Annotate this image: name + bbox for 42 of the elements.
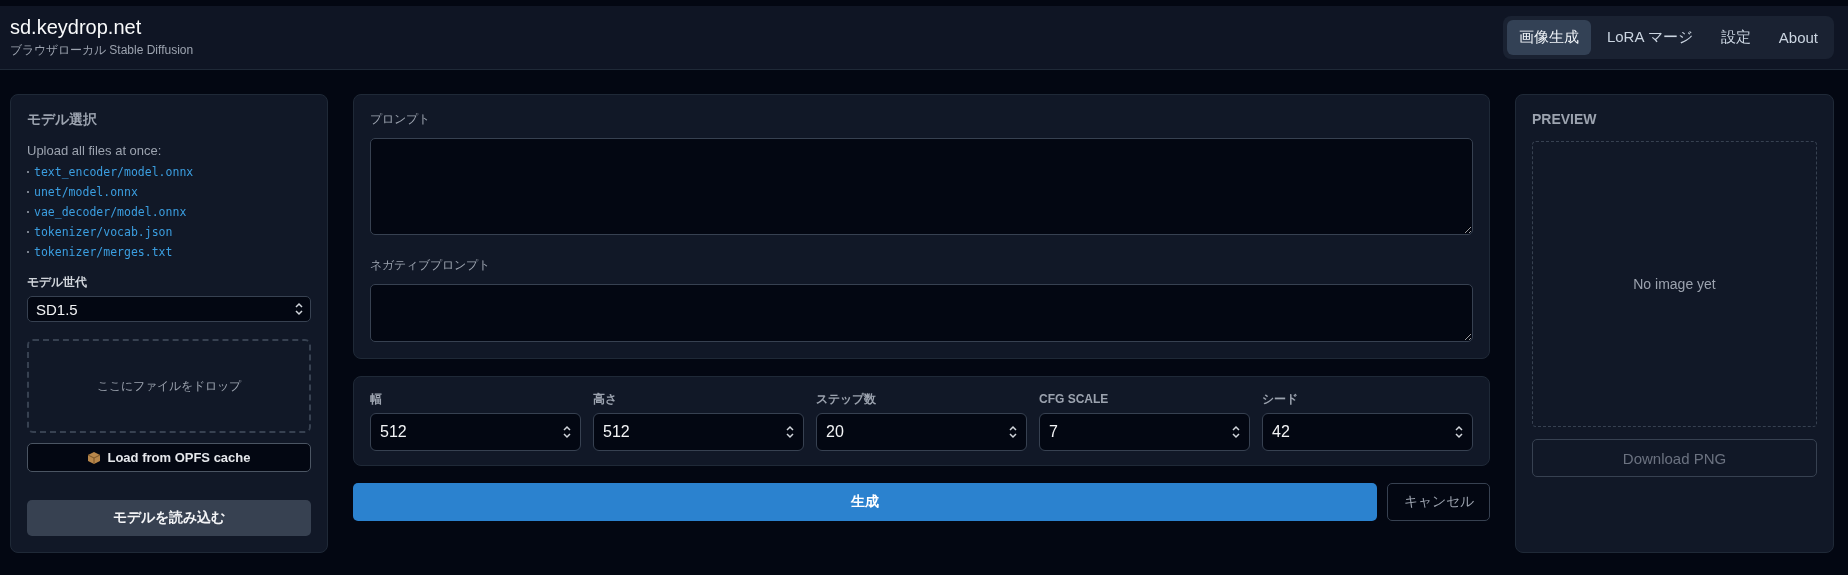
nav-tab[interactable]: 画像生成 xyxy=(1506,20,1591,55)
panel-title: モデル選択 xyxy=(27,111,98,129)
spinner-icon[interactable] xyxy=(785,424,795,440)
site-title: sd.keydrop.net xyxy=(10,16,143,39)
field-label: シード xyxy=(1262,391,1299,407)
field-label: プロンプト xyxy=(370,111,431,128)
file-path: unet/model.onnx xyxy=(34,185,138,199)
field-label: ネガティブプロンプト xyxy=(370,257,491,274)
number-field[interactable]: 20 xyxy=(816,413,1027,451)
file-path: vae_decoder/model.onnx xyxy=(34,205,187,219)
nav-tab[interactable]: 設定 xyxy=(1708,20,1763,55)
spinner-icon[interactable] xyxy=(294,301,304,317)
spinner-icon[interactable] xyxy=(562,424,572,440)
field-label: 高さ xyxy=(593,391,618,407)
cache-button[interactable]: Load from OPFS cache xyxy=(27,443,311,472)
nav-tab[interactable]: About xyxy=(1766,20,1830,55)
prompt-field[interactable] xyxy=(370,138,1473,235)
file-path: tokenizer/vocab.json xyxy=(34,225,173,239)
number-field[interactable]: 7 xyxy=(1039,413,1250,451)
load-model-button[interactable]: モデルを読み込む xyxy=(27,500,311,536)
upload-hint: Upload all files at once: xyxy=(27,143,163,158)
generate-button[interactable]: 生成 xyxy=(353,483,1377,521)
field-label: 幅 xyxy=(370,391,383,407)
spinner-icon[interactable] xyxy=(1231,424,1241,440)
spinner-icon[interactable] xyxy=(1454,424,1464,440)
field-label: ステップ数 xyxy=(816,391,877,407)
field-label: モデル世代 xyxy=(27,274,88,291)
number-field[interactable]: 512 xyxy=(370,413,581,451)
prompt-field[interactable] xyxy=(370,284,1473,342)
nav-tab[interactable]: LoRA マージ xyxy=(1594,20,1705,55)
site-subtitle: ブラウザローカル Stable Diffusion xyxy=(10,42,194,59)
field-label: CFG SCALE xyxy=(1039,391,1110,407)
generation-select[interactable]: SD1.5 xyxy=(27,296,311,322)
number-field[interactable]: 512 xyxy=(593,413,804,451)
number-field[interactable]: 42 xyxy=(1262,413,1473,451)
box-icon xyxy=(87,450,102,465)
panel-title: PREVIEW xyxy=(1532,111,1598,127)
file-path: text_encoder/model.onnx xyxy=(34,165,194,179)
preview-area: No image yet xyxy=(1532,141,1817,427)
file-path: tokenizer/merges.txt xyxy=(34,245,173,259)
spinner-icon[interactable] xyxy=(1008,424,1018,440)
drop-zone[interactable]: ここにファイルをドロップ xyxy=(27,339,311,433)
